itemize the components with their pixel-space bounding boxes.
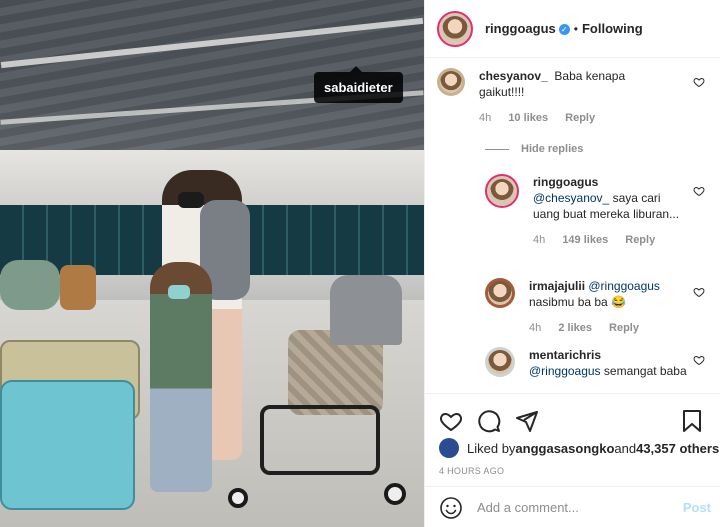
child-mask <box>168 285 190 299</box>
add-comment-bar: Post <box>425 486 720 527</box>
reply-text: semangat baba <box>600 364 687 378</box>
heart-icon[interactable] <box>693 286 705 298</box>
likes-count[interactable]: 43,357 others <box>636 441 719 456</box>
reply-username[interactable]: mentarichris <box>529 348 601 362</box>
comment-input[interactable] <box>477 500 667 515</box>
emoji-icon[interactable] <box>439 496 463 520</box>
reply-button[interactable]: Reply <box>625 234 655 246</box>
divider <box>485 148 509 150</box>
author-username[interactable]: ringgoagus <box>485 21 556 36</box>
reply-time[interactable]: 4h <box>533 234 545 246</box>
post-photo[interactable]: sabaidieter <box>0 0 424 527</box>
heart-icon[interactable] <box>693 76 705 88</box>
comment-icon[interactable] <box>477 409 501 433</box>
mention-link[interactable]: @ringgoagus <box>588 279 660 293</box>
mask <box>178 192 204 208</box>
following-button[interactable]: Following <box>582 21 643 36</box>
post-button[interactable]: Post <box>683 500 711 515</box>
separator: • <box>573 22 578 36</box>
user-tag[interactable]: sabaidieter <box>314 66 403 103</box>
mention-link[interactable]: @ringgoagus <box>529 364 601 378</box>
reply-text: nasibmu ba ba 😂 <box>529 295 626 309</box>
reply: mentarichris @ringgoagus semangat baba <box>485 347 705 379</box>
stroller-wheel <box>228 488 248 508</box>
reply-likes[interactable]: 2 likes <box>558 322 592 334</box>
suitcase-blue <box>0 380 135 510</box>
reply-likes[interactable]: 149 likes <box>562 234 608 246</box>
avatar[interactable] <box>485 278 515 308</box>
avatar[interactable] <box>439 438 459 458</box>
comment-time[interactable]: 4h <box>479 112 491 124</box>
reply-username[interactable]: irmajajulii <box>529 279 585 293</box>
hide-replies-label: Hide replies <box>521 143 584 155</box>
bag <box>0 260 60 310</box>
reply-username[interactable]: ringgoagus <box>533 175 598 189</box>
bag <box>60 265 96 310</box>
heart-icon[interactable] <box>693 354 705 366</box>
avatar[interactable] <box>437 68 465 96</box>
comment: chesyanov_ Baba kenapa gaikut!!!! 4h 10 … <box>437 68 709 126</box>
stroller-canopy <box>330 275 402 345</box>
avatar[interactable] <box>485 347 515 377</box>
heart-icon[interactable] <box>693 185 705 197</box>
avatar[interactable] <box>485 174 519 208</box>
liker-username[interactable]: anggasasongko <box>515 441 614 456</box>
avatar[interactable] <box>437 10 473 47</box>
likes-summary: Liked by anggasasongko and 43,357 others <box>425 438 720 458</box>
share-icon[interactable] <box>515 409 539 433</box>
verified-icon: ✓ <box>558 24 570 35</box>
mention-link[interactable]: @chesyanov_ <box>533 191 609 205</box>
comments-list: chesyanov_ Baba kenapa gaikut!!!! 4h 10 … <box>425 58 720 393</box>
stroller-frame <box>260 405 380 475</box>
post-panel: ringgoagus ✓ • Following chesyanov_ Baba ke… <box>424 0 720 527</box>
post-header: ringgoagus ✓ • Following <box>425 0 720 58</box>
likes-prefix: Liked by <box>467 440 516 456</box>
reply: ringgoagus @chesyanov_ saya cari uang bu… <box>485 174 705 248</box>
post-actions: Liked by anggasasongko and 43,357 others… <box>425 393 720 527</box>
comment-username[interactable]: chesyanov_ <box>479 69 548 83</box>
post-timestamp[interactable]: 4 HOURS AGO <box>425 466 720 476</box>
stroller-wheel <box>384 483 406 505</box>
likes-middle: and <box>614 440 637 456</box>
reply: irmajajulii @ringgoagus nasibmu ba ba 😂 … <box>485 278 705 336</box>
bookmark-icon[interactable] <box>681 409 703 433</box>
comment-likes[interactable]: 10 likes <box>508 112 548 124</box>
hide-replies-button[interactable]: Hide replies <box>485 143 583 155</box>
reply-button[interactable]: Reply <box>609 322 639 334</box>
reply-button[interactable]: Reply <box>565 112 595 124</box>
reply-time[interactable]: 4h <box>529 322 541 334</box>
heart-icon[interactable] <box>439 409 463 433</box>
